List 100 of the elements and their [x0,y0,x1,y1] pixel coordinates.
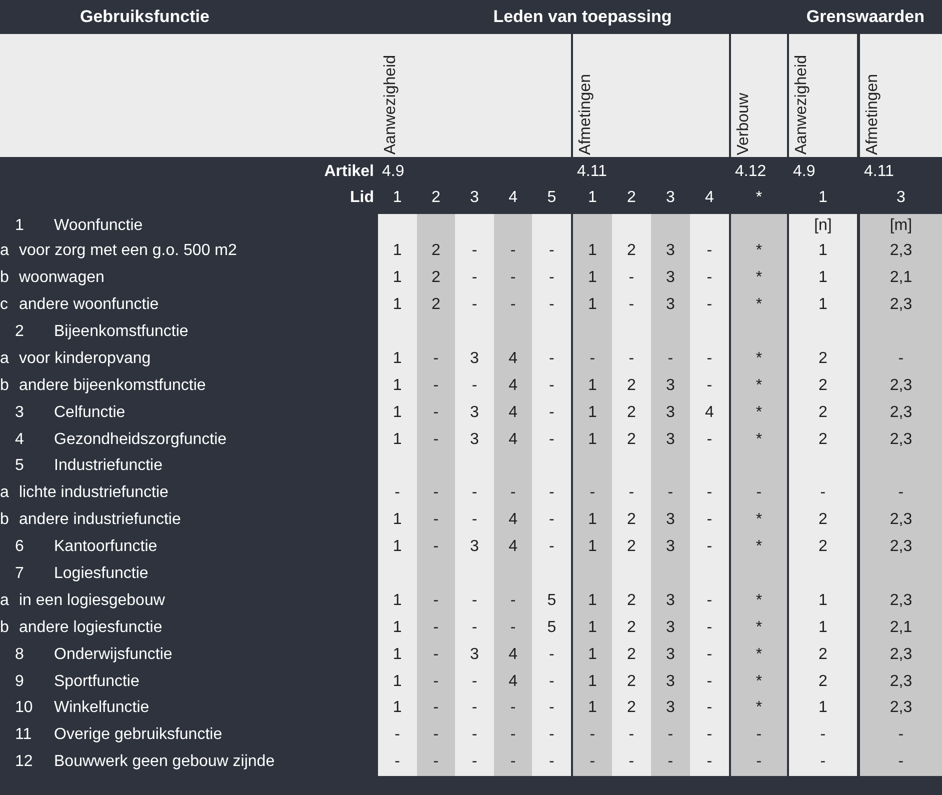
function-name: Gezondheidszorgfunctie [54,430,227,449]
table-cell: 1 [378,372,417,400]
table-cell: - [612,480,651,507]
table-cell: - [860,480,942,507]
table-cell: - [455,614,494,642]
function-name: Logiesfunctie [54,565,148,584]
function-name: andere bijeenkomstfunctie [19,376,206,395]
function-name: andere woonfunctie [19,296,159,314]
table-cell: * [730,695,787,722]
table-cell: 1 [788,292,857,319]
row-number: 10 [14,699,34,718]
table-cell: - [416,587,456,614]
table-cell: 2,3 [860,668,942,696]
table-cell: [m] [860,214,942,238]
table-cell: - [690,238,729,265]
table-cell: - [455,722,494,749]
table-cell: - [690,345,729,372]
table-cell: 2,3 [860,238,942,265]
table-cell: - [532,534,571,561]
table-cell: 4 [494,641,532,668]
table-cell: - [494,238,532,265]
row-number: 12 [14,753,34,772]
table-cell: - [612,264,651,292]
table-cell: 2 [612,238,651,265]
table-cell: 2 [788,668,857,696]
column-header: Afmetingen [576,74,595,155]
function-name: in een logiesgebouw [19,592,165,610]
table-cell: 2 [788,506,857,534]
table-cell: - [788,748,857,776]
item-letter: b [0,269,10,288]
table-cell [690,214,729,238]
table-cell: 1 [378,695,417,722]
table-cell: 3 [455,399,494,426]
table-cell: - [690,587,729,614]
table-cell: - [455,372,494,400]
table-cell [455,214,494,238]
table-cell: 1 [378,238,417,265]
article-number: 4.12 [734,163,766,181]
row-number: 2 [14,323,25,341]
table-cell: 3 [455,345,494,372]
table-cell: - [572,345,612,372]
row-number: 1 [14,216,25,235]
table-cell: - [378,480,417,507]
table-cell: - [455,292,494,319]
table-cell: 3 [650,238,690,265]
table-cell: 3 [455,426,494,454]
table-cell: 1 [572,292,612,319]
item-letter: b [0,511,10,530]
table-cell: - [572,748,612,776]
table-cell: 2 [788,426,857,454]
table-cell: 1 [788,695,857,722]
table-cell: 2,1 [860,264,942,292]
table-cell: - [572,722,612,749]
table-cell: - [690,292,729,319]
function-name: Bijeenkomstfunctie [54,323,188,341]
table-cell: 3 [650,292,690,319]
table-cell: 4 [494,399,532,426]
table-cell: 1 [378,345,417,372]
table-cell: 1 [572,614,612,642]
function-name: Celfunctie [54,404,126,422]
table-cell: - [860,722,942,749]
table-cell: 4 [690,399,729,426]
table-cell: - [416,345,456,372]
table-cell: 3 [650,587,690,614]
table-cell: 2 [612,641,651,668]
table-cell: - [532,722,571,749]
table-cell: - [532,506,571,534]
table-cell: - [532,480,571,507]
table-cell: 2 [788,534,857,561]
table-cell: 3 [650,399,690,426]
table-cell: * [730,614,787,642]
table-cell: - [416,668,456,696]
function-name: voor zorg met een g.o. 500 m2 [19,242,237,260]
table-cell [650,214,690,238]
row-number: 3 [14,404,25,422]
table-cell: - [494,722,532,749]
table-cell: 1 [788,587,857,614]
table-cell: - [788,480,857,507]
table-cell: 2,1 [860,614,942,642]
table-cell: 2 [612,668,651,696]
table-cell: - [532,668,571,696]
article-number: 4.11 [864,163,894,181]
member-number: 4 [705,189,714,207]
table-cell: 2 [416,264,456,292]
table-cell [532,214,571,238]
table-cell: - [612,748,651,776]
table-cell: 2,3 [860,587,942,614]
table-cell: - [690,748,729,776]
table-cell: 2 [612,614,651,642]
article-number: 4.11 [576,163,607,181]
table-cell: - [532,292,571,319]
table-cell: - [532,238,571,265]
row-number: 9 [14,672,25,691]
table-cell: - [455,695,494,722]
table-cell: 1 [572,641,612,668]
table-cell: 3 [455,641,494,668]
table-cell: - [572,480,612,507]
table-cell: 2 [612,534,651,561]
table-cell: 5 [532,614,571,642]
table-cell: * [730,345,787,372]
